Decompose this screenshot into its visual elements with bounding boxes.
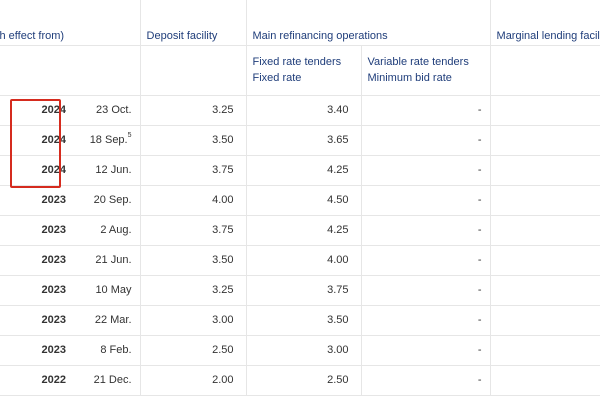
year-cell: 2023: [0, 275, 74, 306]
date-cell: 12 Jun.: [74, 155, 141, 186]
date-cell: 18 Sep.5: [74, 125, 141, 156]
fixed-rate-cell: 3.00: [245, 335, 362, 366]
table-row: 2023 22 Mar. 3.00 3.50 -: [0, 305, 600, 336]
date-cell: 8 Feb.: [74, 335, 141, 366]
variable-rate-subheader: Variable rate tenders Minimum bid rate: [360, 45, 491, 96]
marginal-cell: [489, 125, 600, 156]
subheader-row: Fixed rate tenders Fixed rate Variable r…: [0, 45, 600, 96]
date-text: 18 Sep.: [89, 134, 128, 146]
minimum-bid-rate-label: Minimum bid rate: [367, 71, 452, 84]
date-cell: 20 Sep.: [74, 185, 141, 216]
variable-rate-cell: -: [360, 185, 491, 216]
date-text: 23 Oct.: [96, 104, 132, 116]
subheader-empty-effect: [0, 45, 141, 96]
date-cell: 23 Oct.: [74, 95, 141, 126]
fixed-rate-label: Fixed rate: [252, 71, 302, 84]
variable-rate-cell: -: [360, 95, 491, 126]
variable-rate-cell: -: [360, 335, 491, 366]
variable-rate-tenders-label: Variable rate tenders: [367, 55, 469, 68]
table-row: 2024 18 Sep.5 3.50 3.65 -: [0, 125, 600, 156]
marginal-cell: [489, 275, 600, 306]
fixed-rate-cell: 4.00: [245, 245, 362, 276]
year-cell: 2023: [0, 215, 74, 246]
table-row: 2024 23 Oct. 3.25 3.40 -: [0, 95, 600, 126]
date-cell: 2 Aug.: [74, 215, 141, 246]
variable-rate-cell: -: [360, 365, 491, 396]
year-cell: 2023: [0, 335, 74, 366]
deposit-cell: 2.00: [139, 365, 247, 396]
marginal-cell: [489, 215, 600, 246]
variable-rate-cell: -: [360, 305, 491, 336]
date-cell: 22 Mar.: [74, 305, 141, 336]
marginal-cell: [489, 155, 600, 186]
fixed-rate-cell: 3.65: [245, 125, 362, 156]
deposit-cell: 3.50: [139, 245, 247, 276]
marginal-cell: [489, 335, 600, 366]
deposit-cell: 3.00: [139, 305, 247, 336]
mro-header: Main refinancing operations: [245, 0, 491, 46]
date-cell: 10 May: [74, 275, 141, 306]
deposit-cell: 3.25: [139, 95, 247, 126]
subheader-empty-marginal: [489, 45, 600, 96]
deposit-header: Deposit facility: [139, 0, 247, 46]
deposit-cell: 3.25: [139, 275, 247, 306]
marginal-cell: [489, 185, 600, 216]
deposit-cell: 2.50: [139, 335, 247, 366]
date-text: 20 Sep.: [93, 194, 132, 206]
fixed-rate-tenders-label: Fixed rate tenders: [252, 55, 342, 68]
date-text: 2 Aug.: [100, 224, 132, 236]
fixed-rate-cell: 3.75: [245, 275, 362, 306]
variable-rate-cell: -: [360, 125, 491, 156]
table-row: 2023 2 Aug. 3.75 4.25 -: [0, 215, 600, 246]
date-cell: 21 Jun.: [74, 245, 141, 276]
table-row: 2023 8 Feb. 2.50 3.00 -: [0, 335, 600, 366]
header-row: ith effect from) Deposit facility Main r…: [0, 0, 600, 46]
variable-rate-cell: -: [360, 245, 491, 276]
rates-table-container: ith effect from) Deposit facility Main r…: [0, 0, 600, 400]
fixed-rate-cell: 2.50: [245, 365, 362, 396]
deposit-cell: 4.00: [139, 185, 247, 216]
marginal-cell: [489, 365, 600, 396]
fixed-rate-cell: 4.25: [245, 155, 362, 186]
effect-header: ith effect from): [0, 0, 141, 46]
date-text: 10 May: [95, 284, 132, 296]
date-text: 22 Mar.: [94, 314, 132, 326]
marginal-cell: [489, 305, 600, 336]
date-text: 12 Jun.: [95, 164, 132, 176]
deposit-cell: 3.75: [139, 215, 247, 246]
fixed-rate-cell: 4.50: [245, 185, 362, 216]
highlight-box-2024: [10, 99, 61, 188]
fixed-rate-subheader: Fixed rate tenders Fixed rate: [245, 45, 362, 96]
date-cell: 21 Dec.: [74, 365, 141, 396]
subheader-empty-deposit: [139, 45, 247, 96]
interest-rates-table: ith effect from) Deposit facility Main r…: [0, 0, 600, 396]
variable-rate-cell: -: [360, 275, 491, 306]
year-cell: 2023: [0, 245, 74, 276]
date-text: 8 Feb.: [100, 344, 132, 356]
deposit-cell: 3.50: [139, 125, 247, 156]
year-cell: 2023: [0, 305, 74, 336]
footnote-link[interactable]: 5: [128, 132, 132, 139]
date-text: 21 Jun.: [95, 254, 132, 266]
fixed-rate-cell: 4.25: [245, 215, 362, 246]
variable-rate-cell: -: [360, 215, 491, 246]
fixed-rate-cell: 3.50: [245, 305, 362, 336]
table-row: 2023 10 May 3.25 3.75 -: [0, 275, 600, 306]
year-cell: 2022: [0, 365, 74, 396]
table-row: 2023 20 Sep. 4.00 4.50 -: [0, 185, 600, 216]
table-row: 2022 21 Dec. 2.00 2.50 -: [0, 365, 600, 396]
variable-rate-cell: -: [360, 155, 491, 186]
table-row: 2024 12 Jun. 3.75 4.25 -: [0, 155, 600, 186]
fixed-rate-cell: 3.40: [245, 95, 362, 126]
marginal-header: Marginal lending faciliti: [489, 0, 600, 46]
deposit-cell: 3.75: [139, 155, 247, 186]
marginal-cell: [489, 245, 600, 276]
marginal-cell: [489, 95, 600, 126]
table-row: 2023 21 Jun. 3.50 4.00 -: [0, 245, 600, 276]
date-text: 21 Dec.: [93, 374, 132, 386]
year-cell: 2023: [0, 185, 74, 216]
